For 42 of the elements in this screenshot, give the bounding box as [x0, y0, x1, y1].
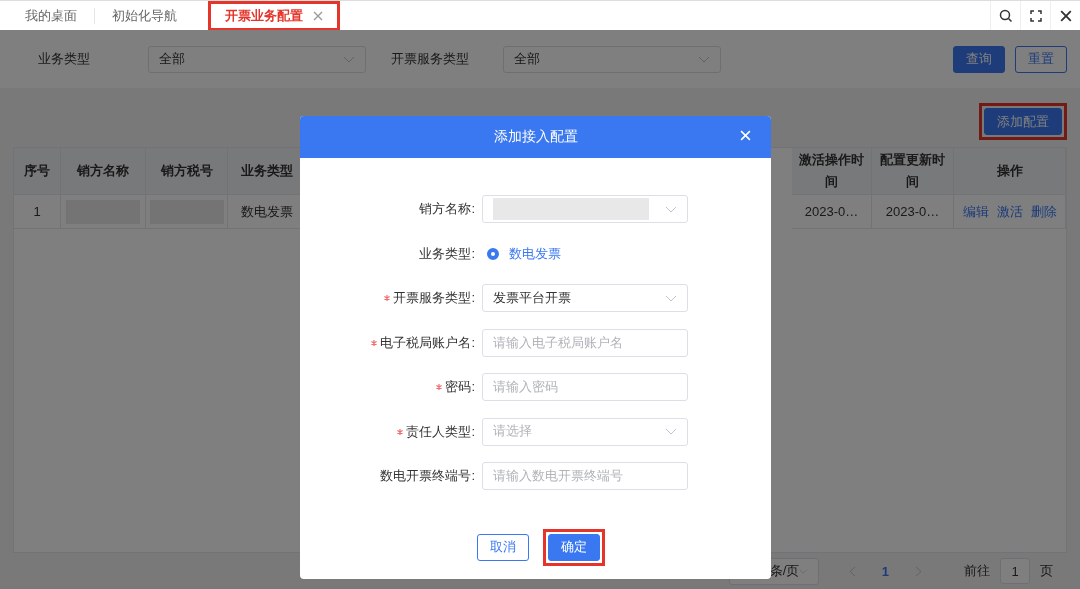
column-header: 配置更新时间 — [872, 148, 954, 195]
form-label: 销方名称: — [419, 200, 475, 218]
column-header: 激活操作时间 — [792, 148, 872, 195]
action-link[interactable]: 删除 — [1030, 202, 1057, 221]
column-header: 销方名称 — [61, 148, 146, 195]
radio-option[interactable]: 数电发票 — [487, 244, 561, 263]
table-cell: 2023-0… — [885, 204, 940, 219]
table-cell: 1 — [33, 204, 41, 219]
page-unit-label: 页 — [1040, 562, 1053, 580]
dialog-title: 添加接入配置 — [493, 128, 578, 146]
column-header: 操作 — [954, 148, 1066, 195]
tab[interactable]: 初始化导航 — [95, 0, 194, 31]
filter-label: 开票服务类型 — [391, 50, 469, 68]
cancel-button[interactable]: 取消 — [477, 533, 529, 561]
form-label: 密码: — [445, 378, 475, 396]
confirm-button[interactable]: 确定 — [548, 533, 600, 561]
table-cell: 数电发票 — [240, 202, 293, 221]
query-button[interactable]: 查询 — [953, 45, 1005, 73]
table-cell: 2023-0… — [804, 204, 859, 219]
form-label: 业务类型: — [419, 244, 475, 263]
select-field[interactable]: 发票平台开票 — [482, 284, 688, 312]
page-input[interactable]: 1 — [1000, 558, 1030, 584]
input-field[interactable]: 请输入密码 — [482, 373, 688, 401]
select-field[interactable]: 全部 — [503, 45, 721, 73]
select-field[interactable]: 全部 — [148, 45, 366, 73]
input-field[interactable]: 请输入数电开票终端号 — [482, 462, 688, 490]
add-config-button[interactable]: 添加配置 — [984, 108, 1062, 135]
action-link[interactable]: 编辑 — [962, 202, 989, 221]
action-link[interactable]: 激活 — [996, 202, 1023, 221]
tab[interactable]: 我的桌面 — [8, 0, 94, 31]
reset-button[interactable]: 重置 — [1015, 45, 1067, 73]
form-label: 数电开票终端号: — [380, 467, 475, 485]
form-label: 责任人类型: — [406, 422, 475, 441]
column-header: 序号 — [14, 148, 61, 195]
page-number[interactable]: 1 — [881, 563, 889, 579]
input-field[interactable]: 请输入电子税局账户名 — [482, 328, 688, 357]
form-label: 开票服务类型: — [393, 289, 475, 307]
column-header: 销方税号 — [146, 148, 228, 195]
form-label: 电子税局账户名: — [380, 333, 475, 352]
goto-label: 前往 — [964, 562, 990, 580]
select-field[interactable]: 请选择 — [482, 417, 688, 446]
filter-label: 业务类型 — [38, 50, 90, 68]
